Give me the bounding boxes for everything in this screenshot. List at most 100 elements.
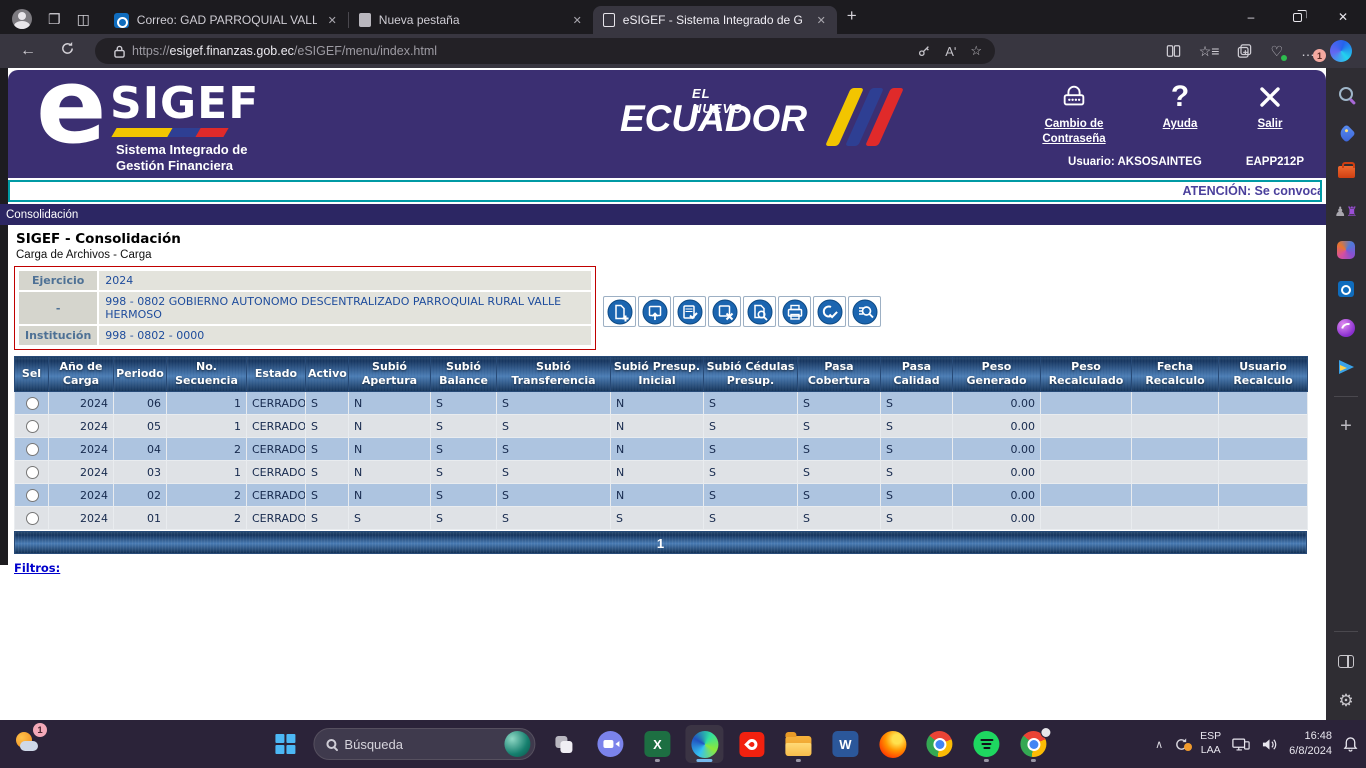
table-cell <box>1219 438 1308 461</box>
browser-essentials-icon[interactable]: ♡ <box>1261 43 1292 60</box>
table-cell: S <box>704 484 798 507</box>
edge-app-icon[interactable] <box>685 725 723 763</box>
lock-icon[interactable] <box>107 45 132 58</box>
table-cell <box>1132 438 1219 461</box>
tab-close-icon[interactable]: ✕ <box>570 14 585 27</box>
display-devices-icon[interactable] <box>1232 737 1250 752</box>
row-select-radio[interactable] <box>26 466 39 479</box>
change-password-link[interactable]: Cambio de Contraseña <box>1028 80 1120 147</box>
table-cell: 0.00 <box>953 392 1041 415</box>
start-button[interactable] <box>266 725 304 763</box>
clock-widget[interactable]: 16:486/8/2024 <box>1289 729 1332 759</box>
sidebar-shopping-icon[interactable] <box>1336 123 1356 143</box>
table-row: 2024022CERRADOSNSSNSSS0.00 <box>15 484 1308 507</box>
new-tab-button[interactable]: + <box>847 6 857 26</box>
chrome-profile-app-icon[interactable] <box>1014 725 1052 763</box>
table-cell: 03 <box>114 461 167 484</box>
table-cell: 2024 <box>49 438 114 461</box>
sidebar-designer-icon[interactable] <box>1336 318 1356 338</box>
view-file-details-button[interactable] <box>743 296 776 327</box>
bing-daily-image[interactable] <box>504 731 530 757</box>
sidebar-tools-icon[interactable] <box>1336 162 1356 182</box>
table-cell: S <box>881 484 953 507</box>
update-sync-icon[interactable] <box>1174 737 1189 752</box>
sidebar-microsoft365-icon[interactable] <box>1336 240 1356 260</box>
language-indicator[interactable]: ESPLAA <box>1200 730 1221 757</box>
settings-more-icon[interactable]: …1 <box>1292 43 1324 59</box>
chat-button[interactable] <box>591 725 629 763</box>
validate-file-button[interactable] <box>673 296 706 327</box>
restore-button[interactable] <box>1274 0 1320 34</box>
workspaces-icon[interactable]: ❐ <box>48 12 61 26</box>
table-cell: S <box>306 484 349 507</box>
row-select-radio[interactable] <box>26 397 39 410</box>
favorites-list-icon[interactable]: ☆≡ <box>1190 43 1229 60</box>
chrome-app-icon[interactable] <box>920 725 958 763</box>
table-cell: CERRADO <box>247 484 306 507</box>
acrobat-app-icon[interactable] <box>732 725 770 763</box>
page-number[interactable]: 1 <box>657 536 664 551</box>
table-cell: S <box>306 507 349 530</box>
cloud-icon <box>20 741 38 751</box>
column-header: Estado <box>247 357 306 392</box>
word-app-icon[interactable]: W <box>826 725 864 763</box>
row-select-radio[interactable] <box>26 420 39 433</box>
pass-quality-button[interactable] <box>813 296 846 327</box>
sidebar-add-icon[interactable]: + <box>1336 416 1356 436</box>
read-aloud-icon[interactable]: Aʹ <box>938 44 963 59</box>
tab-nueva-pestana[interactable]: Nueva pestaña ✕ <box>349 6 593 34</box>
close-button[interactable]: ✕ <box>1320 0 1366 34</box>
task-view-button[interactable] <box>544 725 582 763</box>
sidebar-settings-icon[interactable]: ⚙ <box>1336 690 1356 710</box>
url-text[interactable]: https://esigef.finanzas.gob.ec/eSIGEF/me… <box>132 44 910 58</box>
minimize-button[interactable]: – <box>1228 0 1274 34</box>
tab-actions-icon[interactable]: ◫ <box>77 12 90 26</box>
taskbar-search[interactable]: Búsqueda <box>313 728 535 760</box>
sidebar-search-icon[interactable] <box>1336 84 1356 104</box>
tab-close-icon[interactable]: ✕ <box>814 14 829 27</box>
create-file-button[interactable] <box>603 296 636 327</box>
weather-widget[interactable]: 1 <box>14 728 44 758</box>
tab-title: Correo: GAD PARROQUIAL VALLE <box>137 13 317 27</box>
esigef-header: e SIGEF Sistema Integrado deGestión Fina… <box>8 70 1326 178</box>
table-cell: S <box>497 461 611 484</box>
tab-correo[interactable]: Correo: GAD PARROQUIAL VALLE ✕ <box>104 6 348 34</box>
tab-esigef-active[interactable]: eSIGEF - Sistema Integrado de G ✕ <box>593 6 837 34</box>
table-cell: 1 <box>167 392 247 415</box>
firefox-app-icon[interactable] <box>873 725 911 763</box>
print-button[interactable] <box>778 296 811 327</box>
filters-link[interactable]: Filtros: <box>14 561 60 575</box>
favorite-star-icon[interactable]: ☆ <box>963 43 989 59</box>
row-select-radio[interactable] <box>26 443 39 456</box>
query-records-button[interactable] <box>848 296 881 327</box>
sidebar-drop-icon[interactable] <box>1336 357 1356 377</box>
password-key-icon[interactable] <box>910 44 938 58</box>
document-favicon <box>603 13 615 27</box>
collections-icon[interactable] <box>1228 44 1261 58</box>
upload-file-button[interactable] <box>638 296 671 327</box>
pagination-bar[interactable]: 1 <box>14 531 1307 554</box>
exit-link[interactable]: Salir <box>1240 80 1300 132</box>
help-link[interactable]: ? Ayuda <box>1150 80 1210 132</box>
copilot-icon[interactable] <box>1330 40 1352 62</box>
desktop-screen: ❐ ◫ Correo: GAD PARROQUIAL VALLE ✕ Nueva… <box>0 0 1366 768</box>
tray-overflow-icon[interactable]: ∧ <box>1155 738 1163 751</box>
spotify-app-icon[interactable] <box>967 725 1005 763</box>
volume-icon[interactable] <box>1261 737 1278 752</box>
excel-app-icon[interactable]: X <box>638 725 676 763</box>
sidebar-panel-icon[interactable] <box>1336 651 1356 671</box>
menu-item-consolidacion[interactable]: Consolidación <box>6 209 78 221</box>
tab-close-icon[interactable]: ✕ <box>325 14 340 27</box>
address-bar[interactable]: https://esigef.finanzas.gob.ec/eSIGEF/me… <box>95 38 995 64</box>
mark-file-error-button[interactable] <box>708 296 741 327</box>
table-cell: N <box>611 484 704 507</box>
sidebar-games-icon[interactable]: ♟♜ <box>1336 201 1356 221</box>
file-explorer-icon[interactable] <box>779 725 817 763</box>
split-screen-icon[interactable] <box>1157 44 1190 58</box>
sidebar-outlook-icon[interactable] <box>1336 279 1356 299</box>
windows-taskbar: 1 Búsqueda X W ∧ <box>0 720 1366 768</box>
browser-profile-avatar[interactable] <box>12 9 32 29</box>
row-select-radio[interactable] <box>26 512 39 525</box>
notifications-bell-icon[interactable] <box>1343 736 1358 752</box>
row-select-radio[interactable] <box>26 489 39 502</box>
